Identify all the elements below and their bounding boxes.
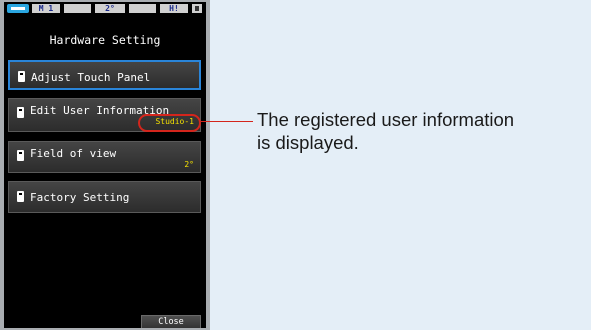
callout-highlight: [138, 114, 201, 132]
annotation-line-1: The registered user information: [257, 109, 515, 130]
adjust-touch-panel-button[interactable]: Adjust Touch Panel: [8, 60, 201, 90]
menu-item-icon: [17, 191, 24, 202]
field-of-view-indicator: 2°: [95, 4, 125, 13]
battery-icon: [7, 4, 29, 13]
menu-item-label: Field of view: [30, 147, 117, 160]
menu-item-icon: [17, 150, 24, 161]
mode-indicator: M 1: [32, 4, 60, 13]
memory-card-icon: [192, 4, 202, 13]
light-meter-device: M 1 2° H! Hardware Setting Adjust Touch …: [0, 0, 210, 330]
status-bar: M 1 2° H!: [4, 2, 206, 15]
field-of-view-value: 2°: [184, 160, 194, 169]
status-segment-blank-2: [129, 4, 156, 13]
annotation-text: The registered user information is displ…: [257, 108, 587, 154]
status-segment-blank: [64, 4, 91, 13]
hold-indicator: H!: [160, 4, 188, 13]
page-title: Hardware Setting: [49, 33, 161, 47]
menu-item-icon: [18, 71, 25, 82]
annotation-line-2: is displayed.: [257, 132, 359, 153]
menu-item-label: Factory Setting: [30, 191, 130, 204]
field-of-view-button[interactable]: Field of view 2°: [8, 141, 201, 173]
device-screen: M 1 2° H! Hardware Setting Adjust Touch …: [4, 2, 206, 328]
menu-item-icon: [17, 107, 24, 118]
menu-item-label: Adjust Touch Panel: [31, 71, 151, 84]
close-button[interactable]: Close: [141, 315, 201, 328]
callout-line: [201, 121, 253, 122]
factory-setting-button[interactable]: Factory Setting: [8, 181, 201, 213]
